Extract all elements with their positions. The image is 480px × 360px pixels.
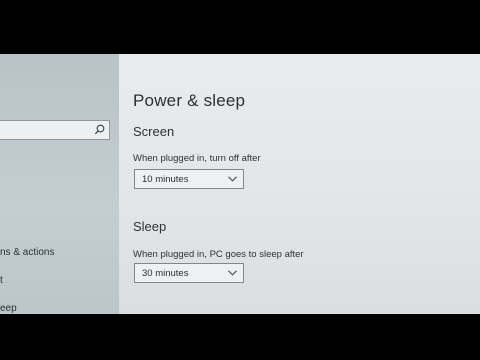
screen-heading: Screen — [133, 124, 175, 139]
sidebar: ns & actions t eep — [0, 54, 119, 314]
sleep-timeout-label: When plugged in, PC goes to sleep after — [133, 249, 304, 260]
search-input[interactable] — [0, 120, 110, 140]
search-icon[interactable] — [94, 124, 105, 135]
page-title: Power & sleep — [133, 91, 246, 110]
settings-window: ns & actions t eep Power & sleep Screen … — [0, 54, 480, 314]
screen-timeout-value: 10 minutes — [142, 174, 189, 185]
sidebar-item-partial[interactable]: t — [0, 275, 3, 286]
main-content: Power & sleep Screen When plugged in, tu… — [119, 54, 480, 314]
sleep-timeout-dropdown[interactable]: 30 minutes — [134, 263, 244, 283]
chevron-down-icon — [228, 270, 237, 276]
screen-timeout-label: When plugged in, turn off after — [133, 153, 261, 164]
sidebar-item-notifications-actions[interactable]: ns & actions — [0, 247, 54, 258]
sleep-heading: Sleep — [133, 219, 167, 234]
chevron-down-icon — [228, 176, 237, 182]
sidebar-item-power-sleep[interactable]: eep — [0, 303, 17, 314]
sleep-timeout-value: 30 minutes — [142, 268, 189, 279]
screen-timeout-dropdown[interactable]: 10 minutes — [134, 169, 244, 189]
